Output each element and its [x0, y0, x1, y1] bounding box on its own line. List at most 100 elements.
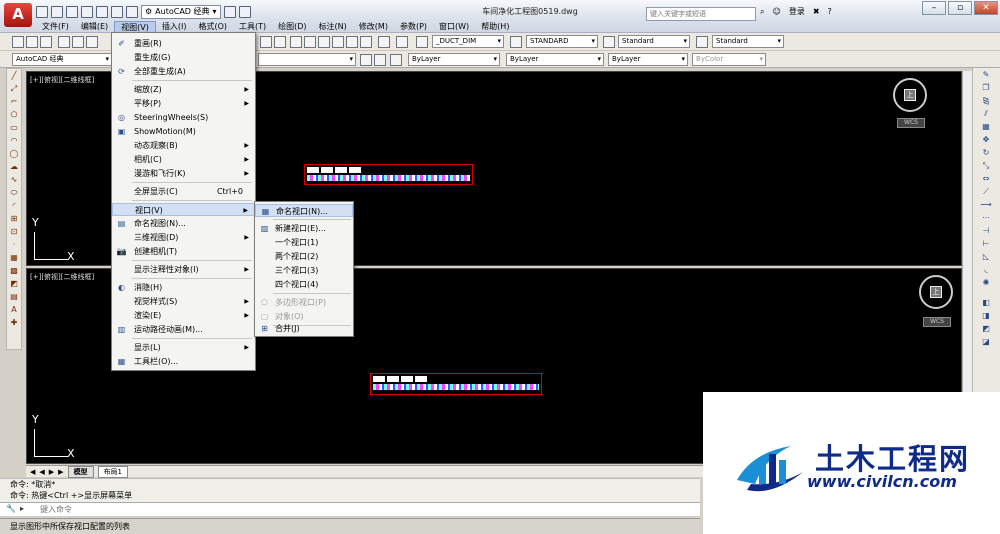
rotate-icon[interactable]: ↻	[980, 147, 992, 159]
gradient-icon[interactable]: ▩	[8, 265, 20, 277]
make-current-icon[interactable]	[360, 54, 372, 66]
save-icon-2[interactable]	[40, 36, 52, 48]
arc-icon[interactable]: ◠	[8, 135, 20, 147]
tool-palettes-icon[interactable]	[318, 36, 330, 48]
dimstyle-select[interactable]: _DUCT_DIM	[432, 35, 504, 48]
viewcube[interactable]: 上	[919, 275, 953, 309]
menu-help[interactable]: 帮助(H)	[475, 21, 515, 33]
menu-item-display[interactable]: 显示(L) ▶	[112, 341, 255, 354]
draworder-front-icon[interactable]: ◧	[980, 297, 992, 309]
qnew-icon[interactable]	[12, 36, 24, 48]
menu-edit[interactable]: 编辑(E)	[75, 21, 114, 33]
menu-item-annotative-objects[interactable]: 显示注释性对象(I) ▶	[112, 263, 255, 276]
menu-item-named-views[interactable]: ▤ 命名视图(N)...	[112, 217, 255, 230]
maximize-button[interactable]: ▫	[948, 1, 972, 15]
help-icon[interactable]	[396, 36, 408, 48]
new-file-icon[interactable]	[36, 6, 48, 18]
layer-match-icon[interactable]	[390, 54, 402, 66]
viewcube[interactable]: 上	[893, 78, 927, 112]
help-button[interactable]: ?	[828, 7, 832, 16]
explode-icon[interactable]: ✺	[980, 277, 992, 289]
hatch-icon[interactable]: ▦	[8, 252, 20, 264]
last-tab-arrow-icon[interactable]: ▶	[58, 468, 63, 476]
draworder-below-icon[interactable]: ◪	[980, 336, 992, 348]
tablestyle-select[interactable]: Standard	[618, 35, 690, 48]
draworder-above-icon[interactable]: ◩	[980, 323, 992, 335]
draworder-back-icon[interactable]: ◨	[980, 310, 992, 322]
menu-item-pan[interactable]: 平移(P) ▶	[112, 97, 255, 110]
user-icon[interactable]: ☺	[772, 7, 780, 16]
trim-icon[interactable]: ⟋	[980, 186, 992, 198]
point-icon[interactable]: ·	[8, 239, 20, 251]
table-draw-icon[interactable]: ▤	[8, 291, 20, 303]
array-icon[interactable]: ▦	[980, 121, 992, 133]
scale-icon[interactable]: ⤡	[980, 160, 992, 172]
make-block-icon[interactable]: ⊡	[8, 226, 20, 238]
menu-item-render[interactable]: 渲染(E) ▶	[112, 309, 255, 322]
menu-item-regen[interactable]: 重生成(G)	[112, 51, 255, 64]
menu-item-create-camera[interactable]: 📷 创建相机(T)	[112, 245, 255, 258]
menu-item-showmotion[interactable]: ▣ ShowMotion(M)	[112, 125, 255, 138]
save-as-icon[interactable]	[81, 6, 93, 18]
textstyle-select[interactable]: STANDARD	[526, 35, 598, 48]
table-icon[interactable]	[603, 36, 615, 48]
mleader-icon[interactable]	[696, 36, 708, 48]
polygon-icon[interactable]: ⬠	[8, 109, 20, 121]
prev-tab-arrow-icon[interactable]: ◀	[39, 468, 44, 476]
polyline-icon[interactable]: ⌐	[8, 96, 20, 108]
move-icon[interactable]: ✥	[980, 134, 992, 146]
erase-icon[interactable]: ✎	[980, 69, 992, 81]
drawing-block[interactable]	[304, 164, 473, 185]
submenu-item-named-viewports[interactable]: ▦ 命名视口(N)...	[255, 204, 353, 217]
menu-item-zoom[interactable]: 缩放(Z) ▶	[112, 83, 255, 96]
tab-layout1[interactable]: 布局1	[97, 465, 129, 478]
mtext-icon[interactable]: A	[8, 304, 20, 316]
mirror-icon[interactable]: ⧎	[980, 95, 992, 107]
copy-icon[interactable]: ❐	[980, 82, 992, 94]
menu-item-camera[interactable]: 相机(C) ▶	[112, 153, 255, 166]
wrench-icon[interactable]: 🔧	[6, 504, 16, 513]
text-style-icon[interactable]	[416, 36, 428, 48]
search-input[interactable]: 键入关键字或短语	[646, 7, 756, 21]
layer-select[interactable]	[258, 53, 356, 66]
print-icon[interactable]	[96, 6, 108, 18]
region-icon[interactable]: ◩	[8, 278, 20, 290]
undo-icon[interactable]	[111, 6, 123, 18]
sheetset-icon[interactable]	[332, 36, 344, 48]
join-icon[interactable]: ⊢	[980, 238, 992, 250]
menu-item-viewports[interactable]: 视口(V) ▶	[112, 203, 255, 216]
lineweight-select[interactable]: ByLayer	[608, 53, 688, 66]
submenu-item-one-viewport[interactable]: 一个视口(1)	[255, 236, 353, 249]
extend-icon[interactable]: ⟶	[980, 199, 992, 211]
menu-item-steeringwheels[interactable]: ◎ SteeringWheels(S)	[112, 111, 255, 124]
submenu-item-four-viewports[interactable]: 四个视口(4)	[255, 278, 353, 291]
plotstyle-select[interactable]: ByColor	[692, 53, 766, 66]
design-center-icon[interactable]	[304, 36, 316, 48]
menu-dimension[interactable]: 标注(N)	[313, 21, 353, 33]
preview-icon[interactable]	[72, 36, 84, 48]
submenu-item-new-viewports[interactable]: ▨ 新建视口(E)...	[255, 222, 353, 235]
minimize-button[interactable]: –	[922, 1, 946, 15]
menu-draw[interactable]: 绘图(D)	[272, 21, 312, 33]
calculator-icon[interactable]	[360, 36, 372, 48]
menu-file[interactable]: 文件(F)	[36, 21, 75, 33]
offset-icon[interactable]: ⫽	[980, 108, 992, 120]
break-icon[interactable]: ⊣	[980, 225, 992, 237]
insert-block-icon[interactable]: ⊞	[8, 213, 20, 225]
break-point-icon[interactable]: ⋯	[980, 212, 992, 224]
fillet-icon[interactable]: ◟	[980, 264, 992, 276]
linetype-select[interactable]: ByLayer	[506, 53, 604, 66]
color-select[interactable]: ByLayer	[408, 53, 500, 66]
layer-icon[interactable]	[223, 6, 236, 18]
save-icon[interactable]	[66, 6, 78, 18]
menu-item-walk-fly[interactable]: 漫游和飞行(K) ▶	[112, 167, 255, 180]
recent-commands-icon[interactable]: ▸	[20, 504, 24, 513]
ellipse-arc-icon[interactable]: ◜	[8, 200, 20, 212]
menu-item-hide[interactable]: ◐ 消隐(H)	[112, 281, 255, 294]
construction-line-icon[interactable]: ⤢	[8, 83, 20, 95]
menu-window[interactable]: 窗口(W)	[433, 21, 475, 33]
close-button[interactable]: ✕	[974, 1, 998, 15]
login-link[interactable]: 登录	[789, 6, 805, 17]
zoom-window-icon[interactable]	[260, 36, 272, 48]
dimstyle-icon[interactable]	[510, 36, 522, 48]
